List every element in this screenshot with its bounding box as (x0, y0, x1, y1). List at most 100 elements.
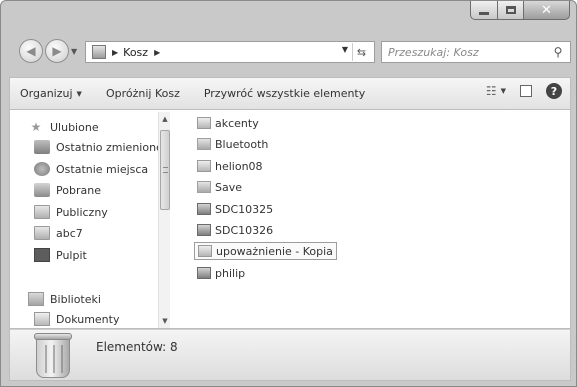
grip-icon (163, 167, 168, 173)
breadcrumb-kosz[interactable]: Kosz (123, 46, 148, 59)
scroll-thumb[interactable] (160, 130, 170, 210)
file-name: helion08 (215, 159, 263, 173)
maximize-icon (505, 6, 516, 14)
recycle-bin-rib (61, 345, 63, 373)
folder-icon (34, 226, 50, 240)
maximize-button[interactable] (498, 1, 524, 20)
file-item-akcenty[interactable]: akcenty (194, 114, 262, 132)
file-list: akcenty Bluetooth helion08 Save SDC10325… (190, 110, 570, 328)
nav-item-favorites[interactable]: ★ Ulubione (28, 118, 99, 136)
preview-pane-icon[interactable] (520, 85, 532, 97)
empty-recycle-bin-label: Opróżnij Kosz (105, 87, 180, 100)
view-options-icon[interactable]: ☷ (486, 84, 497, 98)
refresh-icon: ⇆ (356, 45, 367, 59)
recent-changes-icon (34, 140, 50, 154)
nav-item-downloads[interactable]: Pobrane (34, 181, 101, 199)
nav-item-label: Ostatnio zmienione (56, 140, 163, 154)
nav-item-desktop[interactable]: Pulpit (34, 246, 87, 264)
chevron-down-icon: ▼ (71, 47, 78, 56)
recent-places-icon (34, 162, 50, 176)
recycle-bin-rib (45, 345, 47, 373)
folder-icon (197, 181, 211, 193)
file-name: SDC10325 (215, 202, 274, 216)
nav-item-documents[interactable]: Dokumenty (34, 310, 119, 328)
organize-label: Organizuj (20, 87, 73, 100)
file-name: Save (215, 180, 243, 194)
folder-icon (197, 138, 211, 150)
organize-button[interactable]: Organizuj ▼ (10, 82, 94, 106)
scroll-down-button[interactable]: ▼ (159, 314, 171, 328)
nav-item-label: Ulubione (50, 120, 99, 134)
recycle-bin-rib (53, 345, 55, 373)
desktop-icon (34, 248, 50, 262)
nav-pane-scrollbar[interactable]: ▲ ▼ (158, 112, 170, 328)
restore-all-label: Przywróć wszystkie elementy (203, 87, 366, 100)
address-bar[interactable]: ▶ Kosz ▶ ▼ ⇆ (85, 41, 375, 63)
breadcrumb-separator-icon[interactable]: ▶ (154, 48, 160, 57)
empty-recycle-bin-button[interactable]: Opróżnij Kosz (94, 82, 192, 106)
file-item-save[interactable]: Save (194, 178, 245, 196)
nav-item-label: Pulpit (56, 248, 87, 262)
nav-item-recent-places[interactable]: Ostatnie miejsca (34, 160, 148, 178)
file-name: akcenty (215, 116, 259, 130)
nav-item-public[interactable]: Publiczny (34, 203, 108, 221)
file-item-philip[interactable]: philip (194, 264, 248, 282)
file-item-upowaznienie-kopia[interactable]: upoważnienie - Kopia (194, 242, 337, 260)
nav-item-label: Dokumenty (56, 312, 120, 326)
toolbar-right-group: ☷ ▼ ? (486, 83, 562, 99)
file-item-bluetooth[interactable]: Bluetooth (194, 135, 271, 153)
file-item-sdc10326[interactable]: SDC10326 (194, 221, 276, 239)
arrow-left-icon: ◀ (26, 44, 36, 58)
nav-item-libraries[interactable]: Biblioteki (28, 290, 101, 308)
caption-buttons: ✕ (470, 1, 570, 23)
close-button[interactable]: ✕ (524, 1, 570, 20)
recycle-bin-small-icon (92, 45, 106, 59)
recycle-bin-icon (34, 333, 72, 378)
nav-item-label: Biblioteki (50, 292, 101, 306)
file-item-sdc10325[interactable]: SDC10325 (194, 200, 276, 218)
file-item-helion08[interactable]: helion08 (194, 157, 266, 175)
explorer-window: ✕ ◀ ▶ ▼ ▶ Kosz ▶ ▼ ⇆ ⚲ Organizuj ▼ Opróż… (0, 0, 577, 387)
file-name: Bluetooth (215, 137, 269, 151)
nav-item-label: abc7 (56, 226, 83, 240)
search-icon[interactable]: ⚲ (550, 44, 566, 60)
media-icon (197, 203, 211, 215)
search-input[interactable] (388, 43, 548, 61)
view-options-dropdown[interactable]: ▼ (501, 87, 506, 95)
address-history-dropdown[interactable]: ▼ (342, 45, 348, 54)
recent-pages-dropdown[interactable]: ▼ (71, 47, 81, 57)
breadcrumb-separator-icon[interactable]: ▶ (112, 48, 118, 57)
navigation-bar: ◀ ▶ ▼ ▶ Kosz ▶ ▼ ⇆ ⚲ (1, 37, 576, 67)
close-icon: ✕ (541, 2, 552, 18)
libraries-icon (28, 292, 44, 306)
scroll-up-button[interactable]: ▲ (159, 112, 171, 126)
command-bar: Organizuj ▼ Opróżnij Kosz Przywróć wszys… (9, 77, 571, 109)
nav-item-label: Pobrane (56, 183, 101, 197)
help-icon[interactable]: ? (546, 83, 562, 99)
nav-item-label: Publiczny (56, 205, 108, 219)
nav-item-recent-changes[interactable]: Ostatnio zmienione (34, 138, 163, 156)
refresh-button[interactable]: ⇆ (352, 43, 370, 61)
details-pane: Elementów: 8 (9, 329, 571, 381)
file-name: philip (215, 266, 246, 280)
media-icon (197, 267, 211, 279)
recycle-bin-lid (34, 333, 72, 340)
minimize-button[interactable] (470, 1, 498, 20)
nav-item-label: Ostatnie miejsca (56, 162, 149, 176)
star-icon: ★ (30, 120, 42, 134)
chevron-up-icon: ▲ (162, 115, 168, 123)
chevron-down-icon: ▼ (76, 89, 82, 98)
file-icon (198, 245, 212, 257)
content-area: ★ Ulubione Ostatnio zmienione Ostatnie m… (9, 109, 571, 329)
back-button[interactable]: ◀ (19, 39, 43, 63)
file-icon (197, 160, 211, 172)
media-icon (197, 224, 211, 236)
file-icon (197, 117, 211, 129)
forward-button[interactable]: ▶ (45, 39, 69, 63)
folder-icon (34, 205, 50, 219)
nav-item-abc7[interactable]: abc7 (34, 224, 83, 242)
file-name: SDC10326 (215, 223, 274, 237)
chevron-down-icon: ▼ (162, 317, 168, 325)
restore-all-button[interactable]: Przywróć wszystkie elementy (192, 82, 377, 106)
item-count: Elementów: 8 (96, 340, 178, 354)
